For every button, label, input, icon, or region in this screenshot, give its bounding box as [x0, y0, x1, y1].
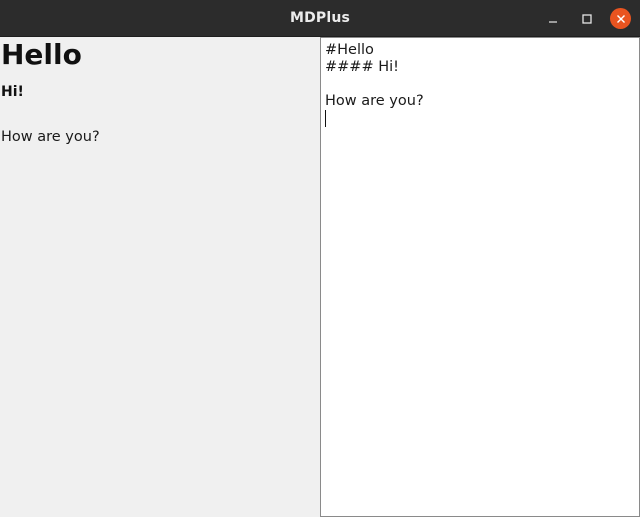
editor-line-cursor[interactable]	[325, 110, 424, 127]
title-bar[interactable]: MDPlus	[0, 0, 640, 37]
editor-line[interactable]: #Hello	[325, 42, 424, 59]
markdown-editor[interactable]: #Hello #### Hi! How are you?	[320, 37, 640, 517]
minimize-button[interactable]	[542, 8, 563, 29]
editor-line[interactable]: How are you?	[325, 93, 424, 110]
minimize-icon	[548, 20, 557, 23]
close-icon	[616, 14, 625, 23]
maximize-button[interactable]	[576, 8, 597, 29]
close-button[interactable]	[610, 8, 631, 29]
editor-text[interactable]: #Hello #### Hi! How are you?	[325, 42, 424, 127]
preview-heading-4: Hi!	[1, 84, 24, 100]
editor-line[interactable]	[325, 76, 424, 93]
editor-line[interactable]: #### Hi!	[325, 59, 424, 76]
app-window: MDPlus Hello Hi! How are you? #Hello ###…	[0, 0, 640, 517]
main-content: Hello Hi! How are you? #Hello #### Hi! H…	[0, 37, 640, 517]
preview-paragraph: How are you?	[1, 129, 100, 145]
text-cursor	[325, 110, 326, 127]
maximize-icon	[581, 13, 592, 24]
preview-heading-1: Hello	[1, 38, 82, 71]
markdown-preview: Hello Hi! How are you?	[0, 37, 320, 517]
